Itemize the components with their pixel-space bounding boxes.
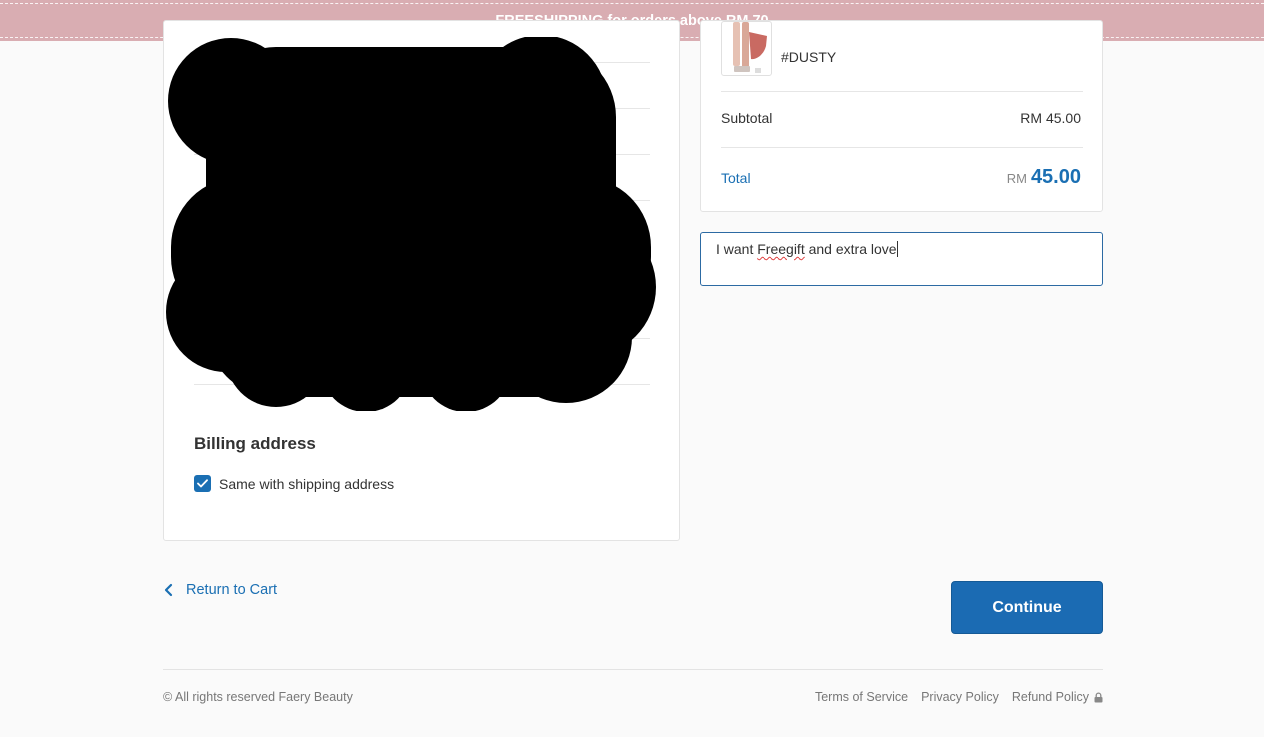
terms-of-service-link[interactable]: Terms of Service (815, 690, 908, 704)
note-text-start: I want (716, 241, 758, 257)
summary-divider (721, 147, 1083, 148)
order-summary-card: #DUSTY Subtotal RM 45.00 Total RM 45.00 (700, 20, 1103, 212)
subtotal-value: RM 45.00 (1020, 110, 1081, 126)
lock-icon (1094, 691, 1103, 702)
text-caret (896, 241, 898, 257)
checkmark-icon (197, 479, 208, 488)
product-variant: #DUSTY (781, 49, 837, 65)
product-image (733, 22, 767, 73)
note-misspelled-word: Freegift (757, 241, 805, 257)
billing-address-heading: Billing address (194, 434, 316, 453)
note-text-end: and extra love (804, 241, 897, 257)
same-as-shipping-checkbox-row[interactable]: Same with shipping address (194, 475, 394, 492)
total-currency: RM (1006, 171, 1027, 186)
product-thumbnail (721, 21, 772, 76)
total-value: RM 45.00 (1007, 166, 1081, 189)
privacy-policy-link[interactable]: Privacy Policy (921, 690, 999, 704)
continue-button[interactable]: Continue (951, 581, 1103, 634)
chevron-left-icon (164, 583, 173, 597)
return-to-cart-link[interactable]: Return to Cart (163, 582, 277, 598)
same-as-shipping-label[interactable]: Same with shipping address (219, 476, 394, 492)
footer-links: Terms of Service Privacy Policy Refund P… (802, 690, 1103, 704)
shipping-billing-card: Billing address Same with shipping addre… (163, 20, 680, 541)
return-to-cart-label[interactable]: Return to Cart (186, 582, 277, 598)
summary-divider (721, 91, 1083, 92)
same-as-shipping-checkbox[interactable] (194, 475, 211, 492)
subtotal-label: Subtotal (721, 110, 773, 126)
copyright-text: © All rights reserved Faery Beauty (163, 690, 353, 704)
redacted-shipping-details (166, 37, 656, 411)
total-label: Total (721, 170, 751, 186)
refund-policy-link[interactable]: Refund Policy (1012, 690, 1089, 704)
footer-divider (163, 669, 1103, 670)
total-amount: 45.00 (1030, 166, 1081, 188)
order-note-input[interactable]: I want Freegift and extra love (700, 232, 1103, 286)
